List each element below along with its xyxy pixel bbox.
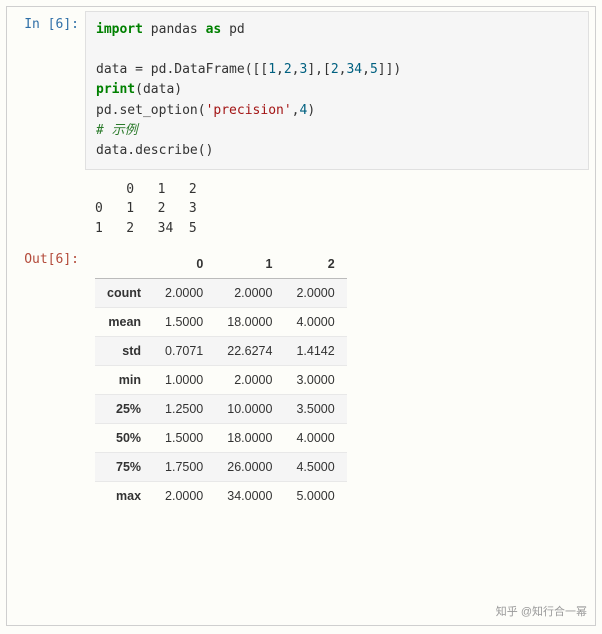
table-cell: 34.0000 — [215, 482, 284, 511]
table-cell: 2.0000 — [215, 279, 284, 308]
code-token: , — [362, 62, 370, 77]
column-header: 0 — [153, 250, 215, 279]
row-index: 75% — [95, 453, 153, 482]
table-cell: 4.0000 — [284, 308, 346, 337]
table-cell: 0.7071 — [153, 337, 215, 366]
code-token: , — [292, 103, 300, 118]
table-cell: 2.0000 — [215, 366, 284, 395]
table-cell: 1.5000 — [153, 424, 215, 453]
row-index: count — [95, 279, 153, 308]
code-token: ) — [307, 103, 315, 118]
table-cell: 26.0000 — [215, 453, 284, 482]
table-cell: 1.5000 — [153, 308, 215, 337]
code-comment: # 示例 — [96, 123, 138, 138]
table-row: std0.707122.62741.4142 — [95, 337, 347, 366]
code-token: 2 — [284, 62, 292, 77]
table-row: 25%1.250010.00003.5000 — [95, 395, 347, 424]
stdout-line: 1 2 34 5 — [95, 221, 197, 236]
code-token: pandas — [143, 22, 206, 37]
code-editor[interactable]: import pandas as pd data = pd.DataFrame(… — [85, 11, 589, 170]
column-header: 1 — [215, 250, 284, 279]
row-index: 25% — [95, 395, 153, 424]
table-cell: 10.0000 — [215, 395, 284, 424]
code-token: 34 — [346, 62, 362, 77]
table-header-row: 0 1 2 — [95, 250, 347, 279]
stdout-line: 0 1 2 3 — [95, 201, 197, 216]
input-cell: In [6]: import pandas as pd data = pd.Da… — [7, 7, 595, 174]
empty-prompt — [7, 174, 85, 184]
table-cell: 18.0000 — [215, 424, 284, 453]
table-cell: 3.0000 — [284, 366, 346, 395]
row-index: 50% — [95, 424, 153, 453]
table-cell: 4.0000 — [284, 424, 346, 453]
code-token: print — [96, 82, 135, 97]
table-row: mean1.500018.00004.0000 — [95, 308, 347, 337]
table-cell: 2.0000 — [284, 279, 346, 308]
table-cell: 1.2500 — [153, 395, 215, 424]
row-index: max — [95, 482, 153, 511]
out-prompt: Out[6]: — [7, 242, 85, 267]
table-cell: 2.0000 — [153, 482, 215, 511]
stdout-cell: 0 1 2 0 1 2 3 1 2 34 5 — [7, 174, 595, 243]
in-prompt: In [6]: — [7, 7, 85, 32]
stdout-line: 0 1 2 — [95, 182, 197, 197]
describe-table: 0 1 2 count2.00002.00002.0000mean1.50001… — [95, 250, 347, 510]
code-token: 1 — [268, 62, 276, 77]
code-token: ],[ — [307, 62, 330, 77]
stdout-output: 0 1 2 0 1 2 3 1 2 34 5 — [85, 174, 595, 243]
code-token: pd.set_option( — [96, 103, 206, 118]
column-header: 2 — [284, 250, 346, 279]
table-row: 50%1.500018.00004.0000 — [95, 424, 347, 453]
table-cell: 5.0000 — [284, 482, 346, 511]
table-row: count2.00002.00002.0000 — [95, 279, 347, 308]
row-index: std — [95, 337, 153, 366]
dataframe-output: 0 1 2 count2.00002.00002.0000mean1.50001… — [85, 242, 595, 518]
table-cell: 1.7500 — [153, 453, 215, 482]
code-token: 2 — [331, 62, 339, 77]
code-token: 5 — [370, 62, 378, 77]
row-index: min — [95, 366, 153, 395]
code-token: 'precision' — [206, 103, 292, 118]
code-token: , — [276, 62, 284, 77]
code-token: import — [96, 22, 143, 37]
table-cell: 22.6274 — [215, 337, 284, 366]
table-row: 75%1.750026.00004.5000 — [95, 453, 347, 482]
code-token: data.describe() — [96, 143, 213, 158]
code-token: ]]) — [378, 62, 401, 77]
code-token: pd — [221, 22, 244, 37]
code-token: data = pd.DataFrame([[ — [96, 62, 268, 77]
table-cell: 18.0000 — [215, 308, 284, 337]
row-index: mean — [95, 308, 153, 337]
code-token: (data) — [135, 82, 182, 97]
table-cell: 4.5000 — [284, 453, 346, 482]
table-corner — [95, 250, 153, 279]
table-row: min1.00002.00003.0000 — [95, 366, 347, 395]
code-token: , — [292, 62, 300, 77]
watermark: 知乎 @知行合一幂 — [496, 603, 587, 619]
table-row: max2.000034.00005.0000 — [95, 482, 347, 511]
code-token: as — [206, 22, 222, 37]
output-cell: Out[6]: 0 1 2 count2.00002.00002.0000mea… — [7, 242, 595, 518]
notebook-container: In [6]: import pandas as pd data = pd.Da… — [6, 6, 596, 626]
table-cell: 1.4142 — [284, 337, 346, 366]
table-cell: 2.0000 — [153, 279, 215, 308]
table-cell: 3.5000 — [284, 395, 346, 424]
table-cell: 1.0000 — [153, 366, 215, 395]
